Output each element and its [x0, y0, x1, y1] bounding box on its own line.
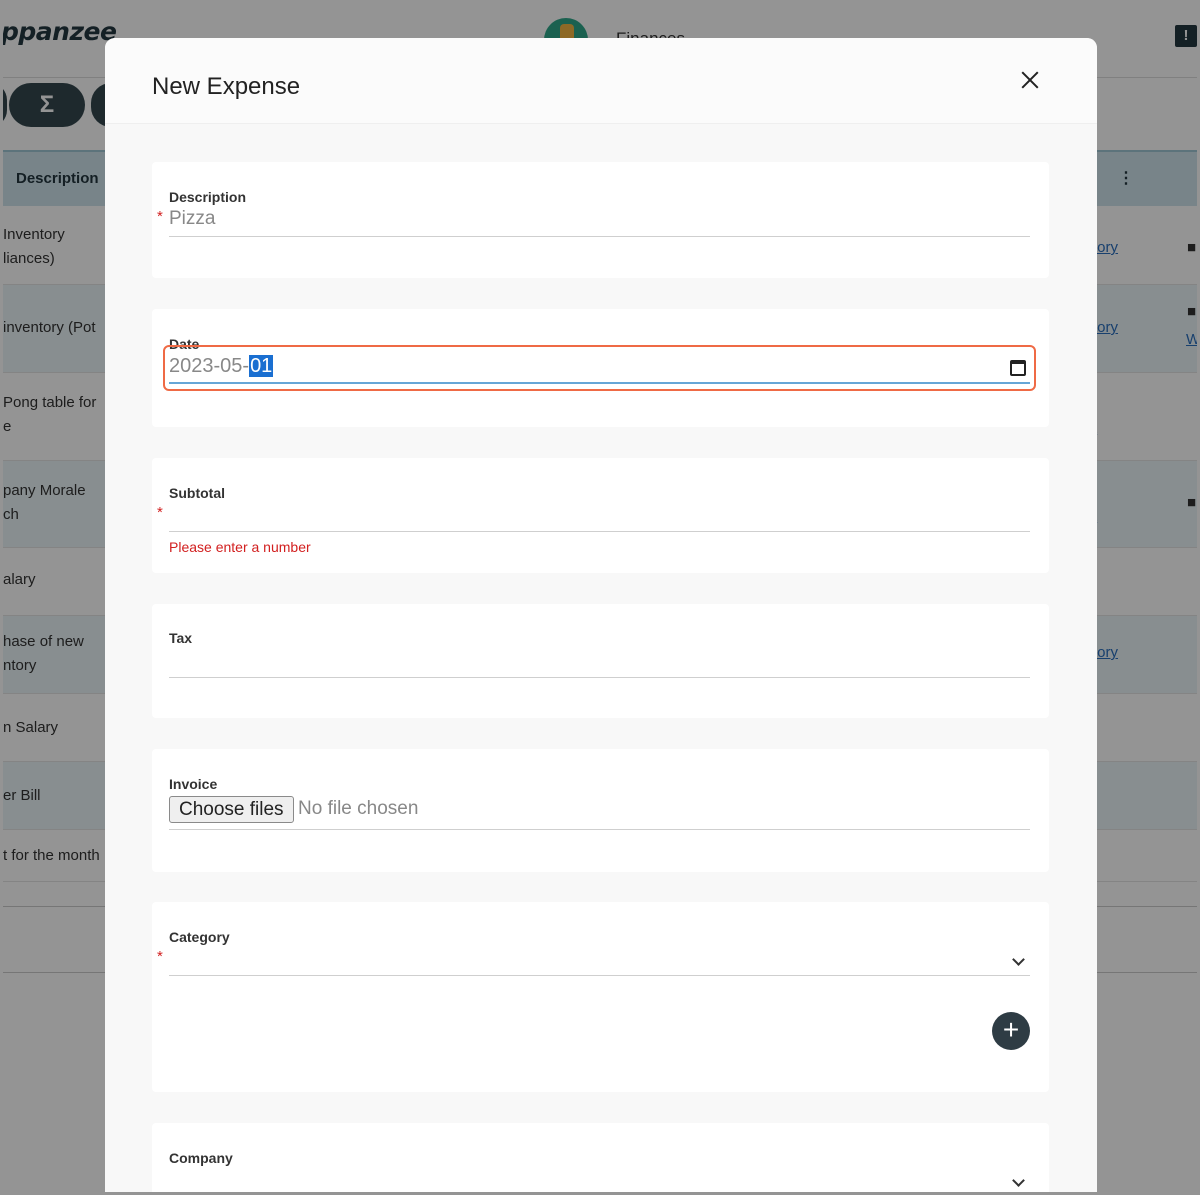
company-label: Company — [169, 1150, 233, 1166]
add-category-button[interactable]: + — [992, 1012, 1030, 1050]
description-card: Description * Pizza — [152, 162, 1049, 278]
subtotal-card: Subtotal * Please enter a number — [152, 458, 1049, 573]
close-icon[interactable] — [1016, 66, 1044, 94]
date-underline — [169, 382, 1030, 384]
tax-input[interactable] — [169, 650, 1030, 676]
category-card: Category * + — [152, 902, 1049, 1092]
invoice-label: Invoice — [169, 776, 218, 792]
category-underline — [169, 975, 1030, 976]
subtotal-label: Subtotal — [169, 485, 225, 501]
required-asterisk: * — [157, 504, 163, 521]
description-label: Description — [169, 189, 247, 205]
category-label: Category — [169, 929, 230, 945]
required-asterisk: * — [157, 948, 163, 965]
date-day-segment[interactable]: 01 — [249, 355, 274, 377]
dialog-header: New Expense — [105, 38, 1097, 124]
subtotal-input[interactable] — [169, 502, 1030, 528]
category-select[interactable] — [169, 948, 1030, 974]
date-value: 2023-05-01 — [169, 355, 274, 377]
invoice-underline — [169, 829, 1030, 830]
date-input[interactable] — [163, 345, 1036, 391]
required-asterisk: * — [157, 208, 163, 225]
file-status-text: No file chosen — [298, 798, 419, 819]
dialog-title: New Expense — [152, 73, 301, 100]
choose-files-button[interactable]: Choose files — [169, 796, 294, 823]
new-expense-dialog: New Expense Description * Pizza Date 202… — [105, 38, 1097, 1192]
subtotal-underline — [169, 531, 1030, 532]
tax-label: Tax — [169, 630, 193, 646]
date-card: Date 2023-05-01 — [152, 309, 1049, 427]
tax-card: Tax — [152, 604, 1049, 718]
calendar-icon[interactable] — [1010, 360, 1026, 376]
description-input[interactable]: Pizza — [169, 208, 215, 230]
description-underline — [169, 236, 1030, 237]
tax-underline — [169, 677, 1030, 678]
company-select[interactable] — [169, 1169, 1030, 1192]
subtotal-error-message: Please enter a number — [169, 539, 311, 555]
company-card: Company — [152, 1123, 1049, 1192]
invoice-card: Invoice Choose files No file chosen — [152, 749, 1049, 872]
